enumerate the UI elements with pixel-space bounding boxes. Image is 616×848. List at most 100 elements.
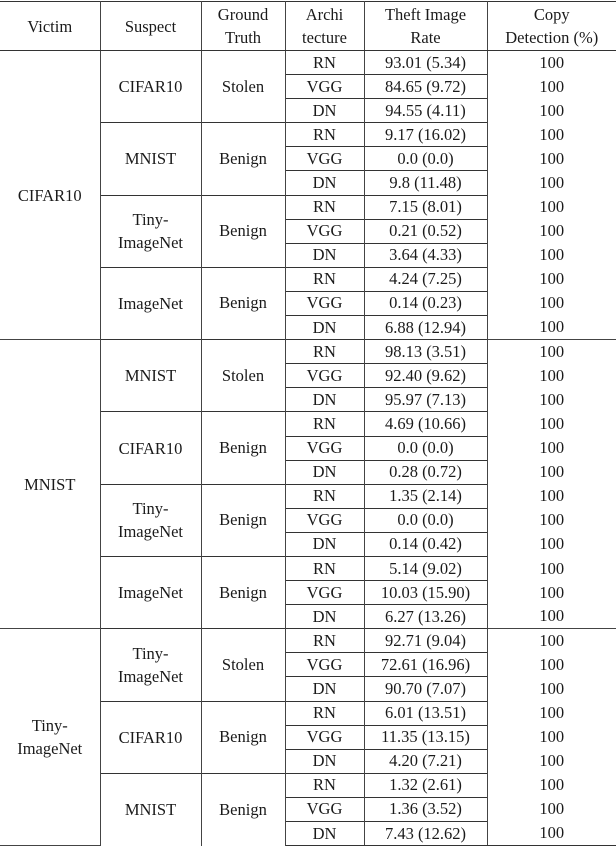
theft-rate-cell: 1.32 (2.61) <box>364 772 488 798</box>
theft-rate-cell: 7.15 (8.01) <box>364 194 488 220</box>
architecture-cell: VGG <box>285 146 365 171</box>
theft-rate-cell: 5.14 (9.02) <box>364 555 488 581</box>
theft-rate-cell: 6.27 (13.26) <box>364 604 488 629</box>
header-copy-detection-line1: Copy <box>533 5 570 24</box>
suspect-label-line1: Tiny- <box>132 499 169 519</box>
architecture-cell: DN <box>285 531 365 557</box>
copy-detection-cell: 100 <box>539 245 565 265</box>
victim-label: MNIST <box>24 474 76 494</box>
architecture-cell: VGG <box>285 363 365 388</box>
theft-rate-cell: 94.55 (4.11) <box>364 98 488 123</box>
ground-truth-label: Benign <box>219 148 267 168</box>
theft-rate-cell: 0.0 (0.0) <box>364 435 488 461</box>
copy-detection-cell: 100 <box>539 606 565 626</box>
theft-rate-cell: 9.8 (11.48) <box>364 170 488 196</box>
theft-rate-cell: 0.21 (0.52) <box>364 218 488 244</box>
suspect-label: MNIST <box>124 366 177 386</box>
architecture-cell: RN <box>285 266 365 292</box>
table-row: MNIST MNIST Stolen RN 98.13 (3.51) 100 <box>0 339 616 630</box>
copy-detection-cell: 100 <box>539 799 565 819</box>
architecture-cell: RN <box>285 194 365 220</box>
copy-detection-cell: 100 <box>539 365 565 385</box>
architecture-cell: DN <box>285 676 365 702</box>
copy-detection-cell: 100 <box>539 775 565 795</box>
suspect-label: MNIST <box>124 800 177 820</box>
copy-detection-cell: 100 <box>539 751 565 771</box>
architecture-cell: DN <box>285 242 365 268</box>
table-row: CIFAR10 CIFAR10 Stolen RN 93.01 (5.34) 100 <box>0 49 616 341</box>
copy-detection-cell: 100 <box>539 221 565 241</box>
copy-detection-cell: 100 <box>539 703 565 723</box>
ground-truth-cell: Stolen <box>201 339 286 412</box>
ground-truth-cell: Benign <box>201 483 286 557</box>
table-header: Victim Suspect Ground Truth Archi tectur… <box>0 1 616 51</box>
architecture-cell: RN <box>285 339 365 364</box>
ground-truth-label: Stolen <box>221 654 265 674</box>
copy-detection-cell: 100 <box>539 52 565 72</box>
suspect-label-line2: ImageNet <box>117 233 184 253</box>
suspect-label: ImageNet <box>117 583 184 603</box>
theft-rate-cell: 7.43 (12.62) <box>364 820 488 847</box>
theft-rate-cell: 0.0 (0.0) <box>364 507 488 533</box>
ground-truth-cell: Stolen <box>201 628 286 702</box>
ground-truth-cell: Stolen <box>201 49 286 123</box>
architecture-cell: VGG <box>285 507 365 533</box>
ground-truth-label: Benign <box>219 293 267 313</box>
copy-detection-cell: 100 <box>539 654 565 674</box>
theft-rate-cell: 72.61 (16.96) <box>364 652 488 677</box>
theft-rate-cell: 95.97 (7.13) <box>364 387 488 412</box>
architecture-cell: DN <box>285 748 365 774</box>
suspect-label: CIFAR10 <box>118 77 183 97</box>
header-ground-truth-line2: Truth <box>224 28 262 47</box>
suspect-cell: Tiny- ImageNet <box>100 194 202 268</box>
suspect-label-line1: Tiny- <box>132 643 169 663</box>
architecture-cell: DN <box>285 820 365 847</box>
ground-truth-label: Benign <box>219 438 267 458</box>
copy-detection-cell: 100 <box>539 269 565 289</box>
header-theft-rate-line2: Rate <box>410 28 441 47</box>
theft-rate-cell: 3.64 (4.33) <box>364 242 488 268</box>
copy-detection-cell: 100 <box>539 148 565 168</box>
ground-truth-cell: Benign <box>201 194 286 268</box>
suspect-label-line2: ImageNet <box>117 522 184 542</box>
theft-rate-cell: 84.65 (9.72) <box>364 74 488 99</box>
ground-truth-cell: Benign <box>201 266 286 340</box>
architecture-cell: VGG <box>285 435 365 461</box>
ground-truth-cell: Benign <box>201 122 286 196</box>
copy-detection-cell: 100 <box>487 628 616 653</box>
results-table: Victim Suspect Ground Truth Archi tectur… <box>0 1 616 847</box>
architecture-cell: RN <box>285 411 365 436</box>
header-victim: Victim <box>0 1 101 51</box>
architecture-cell: RN <box>285 49 365 75</box>
architecture-cell: VGG <box>285 218 365 244</box>
header-copy-detection-line2: Detection (%) <box>505 28 599 47</box>
header-theft-rate-line1: Theft Image <box>384 5 467 24</box>
theft-rate-cell: 1.35 (2.14) <box>364 483 488 509</box>
theft-rate-cell: 0.0 (0.0) <box>364 146 488 171</box>
suspect-cell: MNIST <box>100 339 202 412</box>
copy-detection-cell: 100 <box>539 510 565 530</box>
table-row: Tiny- ImageNet Tiny- ImageNet Stolen RN 92.71 … <box>0 628 616 847</box>
suspect-label: ImageNet <box>117 293 184 313</box>
theft-rate-cell: 4.20 (7.21) <box>364 748 488 774</box>
theft-rate-cell: 0.28 (0.72) <box>364 459 488 485</box>
architecture-cell: VGG <box>285 724 365 750</box>
ground-truth-label: Stolen <box>221 365 265 385</box>
suspect-cell: MNIST <box>100 772 202 846</box>
header-architecture: Archi tecture <box>285 1 365 51</box>
victim-label-line1: Tiny- <box>31 716 68 736</box>
theft-rate-cell: 6.01 (13.51) <box>364 700 488 726</box>
copy-detection-cell: 100 <box>539 389 565 409</box>
copy-detection-cell: 100 <box>539 678 565 698</box>
copy-detection-cell: 100 <box>539 582 565 602</box>
suspect-cell: ImageNet <box>100 266 202 340</box>
architecture-cell: RN <box>285 555 365 581</box>
architecture-cell: VGG <box>285 652 365 677</box>
header-copy-detection: Copy Detection (%) <box>487 1 616 51</box>
suspect-label-line2: ImageNet <box>117 666 184 686</box>
architecture-cell: RN <box>285 483 365 509</box>
architecture-cell: RN <box>285 772 365 798</box>
header-victim-label: Victim <box>27 16 73 36</box>
architecture-cell: DN <box>285 604 365 629</box>
suspect-cell: CIFAR10 <box>100 700 202 774</box>
